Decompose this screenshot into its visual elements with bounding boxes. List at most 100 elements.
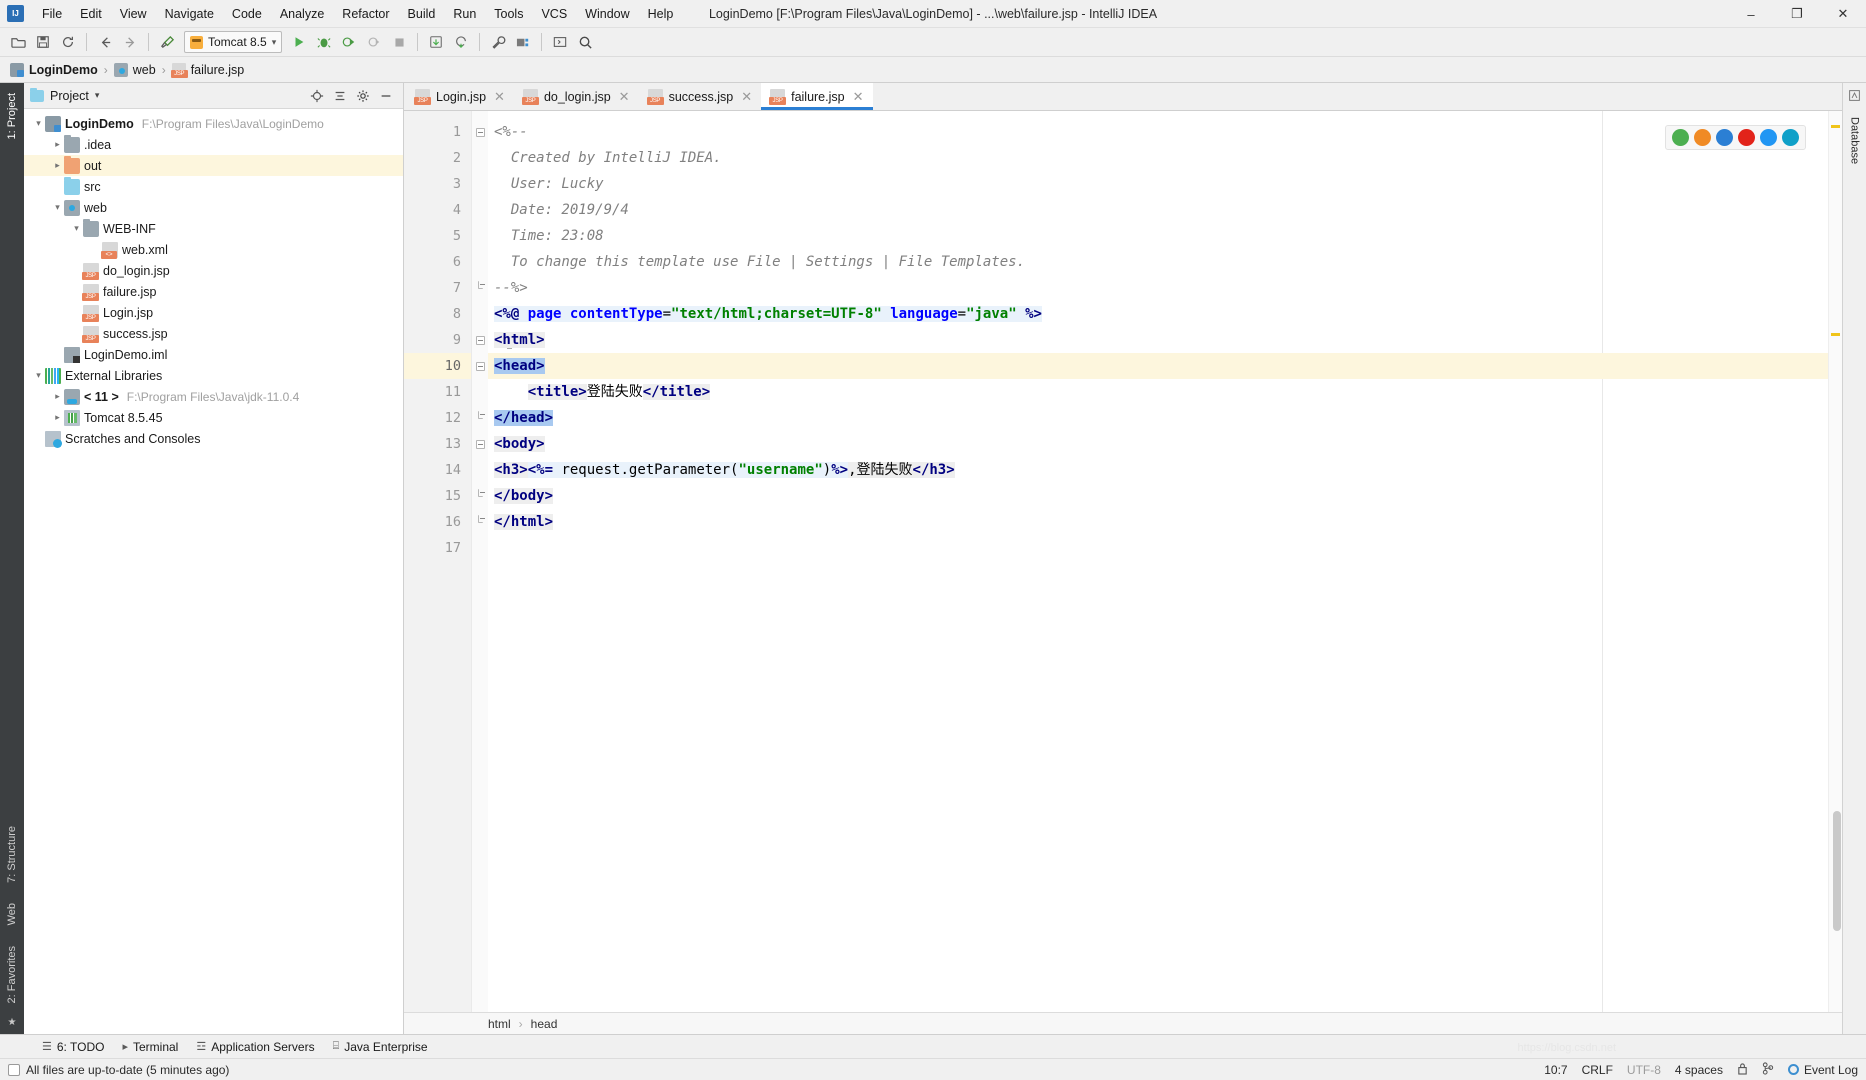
search-icon[interactable]	[573, 31, 597, 54]
run-icon[interactable]	[287, 31, 311, 54]
code-fold-marker[interactable]	[472, 327, 488, 353]
back-arrow-icon[interactable]	[93, 31, 117, 54]
line-number[interactable]: 9	[404, 327, 471, 353]
code-line[interactable]: Time: 23:08	[488, 223, 1828, 249]
tree-node--idea[interactable]: ▸ .idea	[24, 134, 403, 155]
menu-item-view[interactable]: View	[111, 4, 156, 24]
hammer-icon[interactable]	[155, 31, 179, 54]
code-fold-marker[interactable]	[472, 353, 488, 379]
error-stripe[interactable]	[1828, 111, 1842, 1012]
line-number[interactable]: 3	[404, 171, 471, 197]
profile-icon[interactable]	[362, 31, 386, 54]
tree-node-out[interactable]: ▸ out	[24, 155, 403, 176]
bottom-tool-java-enterprise[interactable]: ⌸ Java Enterprise	[325, 1038, 436, 1056]
line-number[interactable]: 16	[404, 509, 471, 535]
line-number[interactable]: 6	[404, 249, 471, 275]
line-number[interactable]: 10	[404, 353, 471, 379]
star-icon[interactable]: ★	[8, 1017, 17, 1028]
line-number[interactable]: 14	[404, 457, 471, 483]
breadcrumb-item-web[interactable]: web	[112, 62, 158, 78]
line-number[interactable]: 4	[404, 197, 471, 223]
tree-node-logindemo-iml[interactable]: LoginDemo.iml	[24, 344, 403, 365]
code-line[interactable]: </html>	[488, 509, 1828, 535]
tree-node-do-login-jsp[interactable]: do_login.jsp	[24, 260, 403, 281]
file-encoding[interactable]: UTF-8	[1627, 1063, 1661, 1077]
run-configuration-selector[interactable]: Tomcat 8.5 ▾	[184, 31, 283, 53]
tree-node-src[interactable]: src	[24, 176, 403, 197]
code-line[interactable]: <html>	[488, 327, 1828, 353]
lock-icon[interactable]	[1737, 1062, 1748, 1078]
save-icon[interactable]	[31, 31, 55, 54]
code-line[interactable]: </body>	[488, 483, 1828, 509]
close-icon[interactable]: ✕	[853, 89, 864, 105]
menu-item-run[interactable]: Run	[444, 4, 485, 24]
tree-node-login-jsp[interactable]: Login.jsp	[24, 302, 403, 323]
line-number[interactable]: 2	[404, 145, 471, 171]
maximize-button[interactable]: ❐	[1774, 0, 1820, 28]
chevron-down-icon[interactable]: ▾	[51, 202, 64, 213]
chevron-right-icon[interactable]: ▸	[51, 391, 64, 402]
chevron-right-icon[interactable]: ▸	[51, 139, 64, 150]
line-number[interactable]: 12	[404, 405, 471, 431]
code-line[interactable]: <h3><%= request.getParameter("username")…	[488, 457, 1828, 483]
hide-icon[interactable]	[379, 89, 393, 103]
bottom-tool-6--todo[interactable]: ☰ 6: TODO	[34, 1038, 112, 1056]
bottom-tool-application-servers[interactable]: ☲ Application Servers	[188, 1038, 322, 1056]
code-line[interactable]: --%>	[488, 275, 1828, 301]
line-number[interactable]: 1	[404, 119, 471, 145]
tree-node-failure-jsp[interactable]: failure.jsp	[24, 281, 403, 302]
console-icon[interactable]	[548, 31, 572, 54]
collapse-all-icon[interactable]	[333, 89, 347, 103]
code-fold-marker[interactable]	[472, 483, 488, 509]
menu-item-help[interactable]: Help	[639, 4, 683, 24]
chevron-down-icon[interactable]: ▾	[32, 118, 45, 129]
sidebar-tab-structure[interactable]: 7: Structure	[4, 820, 20, 889]
menu-item-vcs[interactable]: VCS	[532, 4, 576, 24]
code-line[interactable]: <head>	[488, 353, 1828, 379]
line-number[interactable]: 13	[404, 431, 471, 457]
editor-breadcrumb-item-html[interactable]: html	[488, 1017, 511, 1031]
tree-node-scratches-and-consoles[interactable]: Scratches and Consoles	[24, 428, 403, 449]
tree-node---11--[interactable]: ▸ < 11 > F:\Program Files\Java\jdk-11.0.4	[24, 386, 403, 407]
chevron-down-icon[interactable]: ▾	[95, 90, 100, 101]
line-number[interactable]: 5	[404, 223, 471, 249]
editor-tab-login-jsp[interactable]: Login.jsp ✕	[406, 83, 514, 110]
line-number[interactable]: 17	[404, 535, 471, 561]
editor-vertical-scrollbar[interactable]	[1833, 811, 1841, 931]
code-line[interactable]	[488, 535, 1828, 561]
menu-item-analyze[interactable]: Analyze	[271, 4, 333, 24]
wrench-icon[interactable]	[486, 31, 510, 54]
sidebar-tab-database[interactable]: Database	[1847, 113, 1863, 168]
close-icon[interactable]: ✕	[619, 89, 630, 105]
code-fold-marker[interactable]	[472, 275, 488, 301]
sidebar-tab-project[interactable]: 1: Project	[4, 87, 20, 145]
editor-tab-success-jsp[interactable]: success.jsp ✕	[639, 83, 762, 110]
line-number[interactable]: 7	[404, 275, 471, 301]
debug-icon[interactable]	[312, 31, 336, 54]
code-content[interactable]: <%-- Created by IntelliJ IDEA. User: Luc…	[488, 111, 1828, 1012]
tree-node-web-inf[interactable]: ▾ WEB-INF	[24, 218, 403, 239]
maven-icon[interactable]	[1848, 89, 1861, 107]
menu-item-file[interactable]: File	[33, 4, 71, 24]
breadcrumb-item-failure-jsp[interactable]: failure.jsp	[170, 62, 247, 78]
fold-collapse-icon[interactable]	[475, 439, 485, 449]
minimize-button[interactable]: –	[1728, 0, 1774, 28]
code-fold-marker[interactable]	[472, 509, 488, 535]
tree-node-logindemo[interactable]: ▾ LoginDemo F:\Program Files\Java\LoginDem…	[24, 113, 403, 134]
rerun-icon[interactable]	[449, 31, 473, 54]
update-app-icon[interactable]	[424, 31, 448, 54]
chevron-right-icon[interactable]: ▸	[51, 160, 64, 171]
code-line[interactable]: <%@ page contentType="text/html;charset=…	[488, 301, 1828, 327]
locate-target-icon[interactable]	[310, 89, 324, 103]
breadcrumb-item-logindemo[interactable]: LoginDemo	[8, 62, 100, 78]
fold-collapse-icon[interactable]	[475, 361, 485, 371]
code-line[interactable]: Created by IntelliJ IDEA.	[488, 145, 1828, 171]
editor-tab-failure-jsp[interactable]: failure.jsp ✕	[761, 83, 873, 110]
bottom-tool-terminal[interactable]: ▸ Terminal	[114, 1038, 186, 1056]
close-icon[interactable]: ✕	[494, 89, 505, 105]
menu-item-edit[interactable]: Edit	[71, 4, 111, 24]
code-line[interactable]: <body>	[488, 431, 1828, 457]
event-log-button[interactable]: Event Log	[1787, 1063, 1858, 1077]
gear-icon[interactable]	[356, 89, 370, 103]
menu-item-build[interactable]: Build	[399, 4, 445, 24]
